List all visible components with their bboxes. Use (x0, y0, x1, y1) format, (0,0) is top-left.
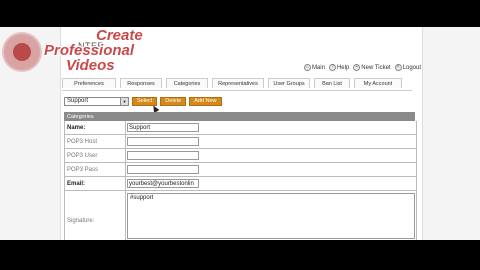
form-row-signature: Signature: #support (65, 191, 416, 240)
form-row-name: Name: Support (65, 121, 416, 135)
delete-button[interactable]: Delete (160, 96, 187, 106)
new-ticket-link[interactable]: + New Ticket (353, 64, 391, 71)
home-icon: ⌂ (303, 64, 311, 71)
logout-link[interactable]: × Logout (394, 64, 421, 71)
signature-textarea[interactable]: #support (127, 193, 415, 239)
add-new-button[interactable]: Add New (189, 96, 222, 106)
tab-user-groups[interactable]: User Groups (268, 78, 310, 88)
category-select[interactable]: Support ▼ (64, 96, 129, 106)
tab-categories[interactable]: Categories (166, 78, 208, 88)
pop3-user-label: POP3 User (65, 149, 126, 162)
category-form: Name: Support POP3 Host POP3 User POP3 P… (64, 121, 417, 240)
pop3-host-input[interactable] (127, 137, 199, 146)
browser-viewport: Create Professional Videos NTER ⌂ Main ? H… (0, 27, 480, 240)
tab-my-account[interactable]: My Account (354, 78, 402, 88)
form-row-pop3-pass: POP3 Pass (65, 163, 416, 177)
chevron-down-icon[interactable]: ▼ (120, 97, 128, 105)
pop3-host-label: POP3 Host (65, 135, 126, 148)
form-header: Categories (64, 112, 415, 121)
name-label: Name: (65, 121, 126, 134)
new-ticket-icon: + (353, 64, 361, 71)
pop3-user-input[interactable] (127, 151, 199, 160)
record-icon (2, 32, 42, 72)
signature-label: Signature: (65, 191, 126, 240)
category-controls: Support ▼ Select Delete Add New (64, 96, 222, 106)
pop3-pass-label: POP3 Pass (65, 163, 126, 176)
admin-tabs: Preferences Responses Categories Represe… (62, 78, 412, 91)
pop3-pass-input[interactable] (127, 165, 199, 174)
tab-responses[interactable]: Responses (120, 78, 162, 88)
name-input[interactable]: Support (127, 123, 199, 132)
email-input[interactable]: yourbest@yourbestonlin (127, 179, 199, 188)
top-links: ⌂ Main ? Help + New Ticket × Logout (238, 64, 421, 71)
help-link[interactable]: ? Help (328, 64, 349, 71)
email-label: Email: (65, 177, 126, 190)
main-link[interactable]: ⌂ Main (303, 64, 325, 71)
logout-icon: × (394, 64, 402, 71)
watermark-text: Create Professional Videos (44, 27, 143, 74)
form-row-pop3-host: POP3 Host (65, 135, 416, 149)
tab-ban-list[interactable]: Ban List (314, 78, 350, 88)
help-icon: ? (328, 64, 336, 71)
form-row-email: Email: yourbest@yourbestonlin (65, 177, 416, 191)
tab-preferences[interactable]: Preferences (62, 78, 116, 88)
tab-representatives[interactable]: Representatives (212, 78, 264, 88)
watermark-logo: Create Professional Videos (0, 27, 160, 77)
right-margin (421, 27, 480, 240)
form-row-pop3-user: POP3 User (65, 149, 416, 163)
